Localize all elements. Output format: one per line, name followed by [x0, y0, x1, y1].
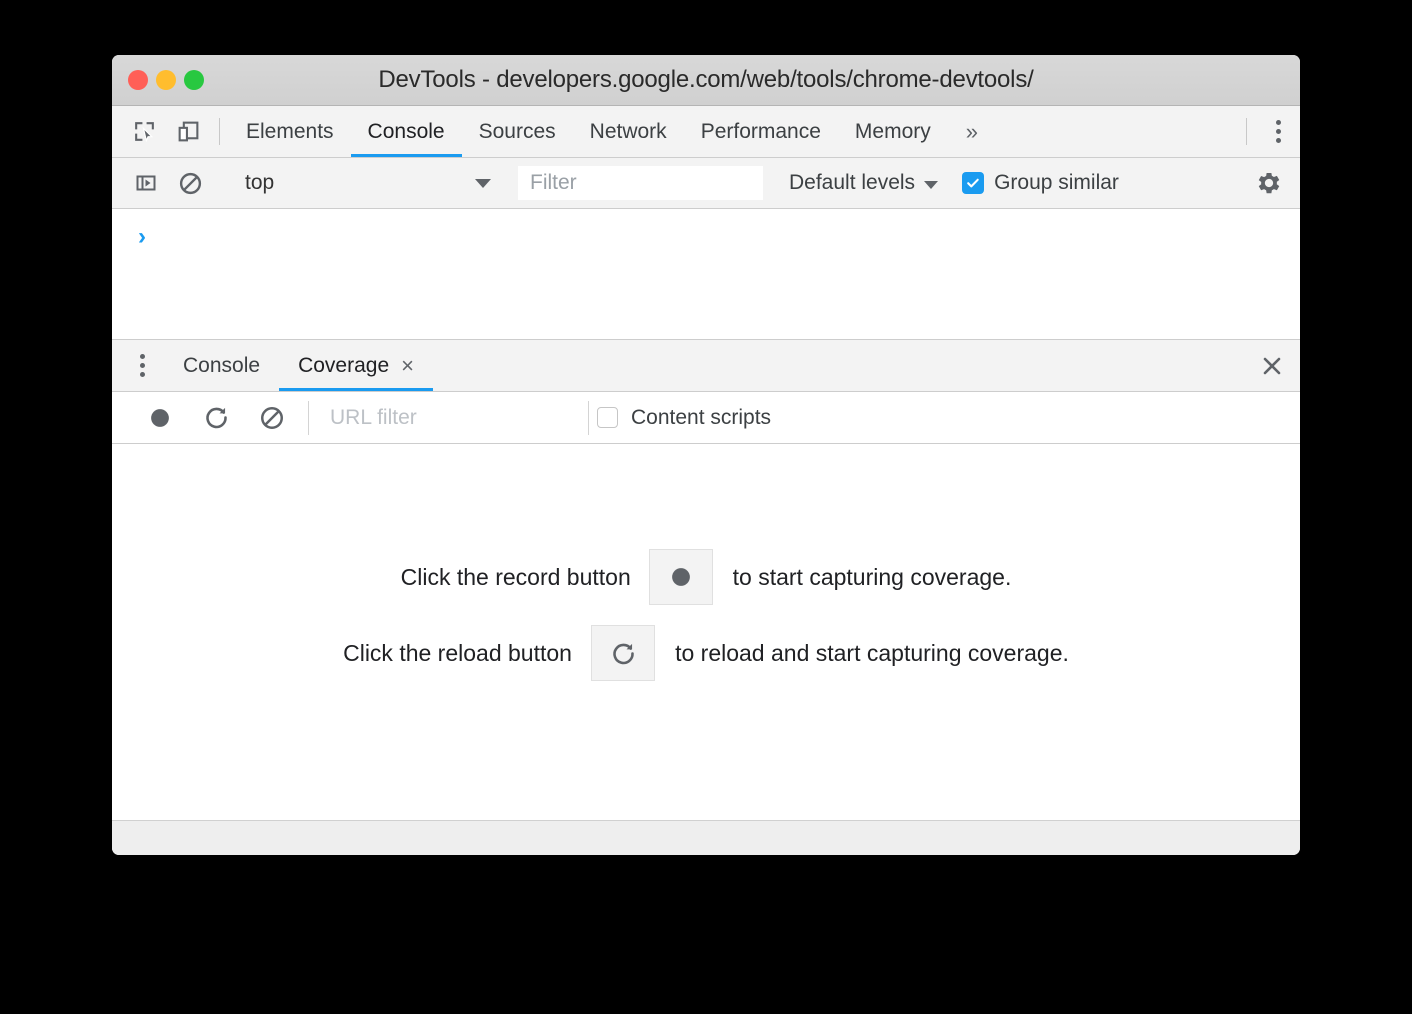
reload-hint-row: Click the reload button to reload and st…	[343, 625, 1069, 681]
reload-hint-prefix: Click the reload button	[343, 639, 572, 666]
tab-console[interactable]: Console	[350, 106, 462, 157]
chevron-down-icon	[924, 181, 939, 189]
log-levels-label: Default levels	[789, 171, 916, 194]
drawer-tab-bar: Console Coverage ×	[112, 340, 1300, 392]
console-filter-input[interactable]: Filter	[518, 166, 763, 200]
tab-elements[interactable]: Elements	[229, 106, 351, 157]
checkbox-checked-icon	[962, 172, 985, 194]
console-toolbar: top Filter Default levels Group similar	[112, 158, 1300, 209]
minimize-window-button[interactable]	[156, 70, 176, 90]
drawer-tab-label: Console	[183, 353, 261, 377]
reload-icon[interactable]	[591, 625, 656, 681]
reload-hint-suffix: to reload and start capturing coverage.	[675, 639, 1069, 666]
traffic-lights	[128, 55, 204, 105]
console-sidebar-icon[interactable]	[124, 171, 168, 195]
gear-icon[interactable]	[1254, 168, 1284, 198]
execution-context-selector[interactable]: top	[231, 158, 499, 208]
console-output-area[interactable]: ›	[112, 209, 1300, 340]
inspect-element-icon[interactable]	[122, 106, 166, 157]
clear-console-icon[interactable]	[168, 171, 212, 196]
close-icon[interactable]: ×	[401, 354, 414, 377]
console-prompt-icon: ›	[138, 223, 146, 250]
url-filter-input[interactable]: URL filter	[317, 406, 580, 430]
group-similar-label: Group similar	[994, 171, 1119, 194]
group-similar-checkbox[interactable]: Group similar	[962, 171, 1119, 195]
more-tabs-label: »	[965, 118, 978, 144]
drawer-tab-label: Coverage	[298, 353, 390, 377]
tab-memory[interactable]: Memory	[838, 106, 948, 157]
tab-label: Elements	[246, 119, 334, 143]
zoom-window-button[interactable]	[184, 70, 204, 90]
checkbox-unchecked-icon	[597, 407, 618, 428]
tab-label: Performance	[700, 119, 821, 143]
record-hint-row: Click the record button to start capturi…	[400, 549, 1012, 605]
content-scripts-checkbox[interactable]: Content scripts	[597, 406, 771, 430]
main-toolbar: Elements Console Sources Network Perform…	[112, 106, 1300, 158]
record-icon[interactable]	[132, 392, 188, 443]
toolbar-divider	[219, 118, 220, 145]
record-icon[interactable]	[648, 549, 713, 605]
log-levels-selector[interactable]: Default levels	[789, 171, 939, 195]
tab-label: Network	[589, 119, 667, 143]
tab-label: Console	[367, 119, 445, 143]
clear-icon[interactable]	[244, 392, 300, 443]
close-drawer-button[interactable]	[1244, 340, 1300, 391]
status-bar	[112, 820, 1300, 855]
kebab-menu-icon[interactable]	[1256, 106, 1300, 157]
more-tabs-chevron-icon[interactable]: »	[948, 106, 996, 157]
close-window-button[interactable]	[128, 70, 148, 90]
window-title: DevTools - developers.google.com/web/too…	[378, 66, 1034, 93]
record-hint-prefix: Click the record button	[400, 563, 631, 590]
tab-performance[interactable]: Performance	[684, 106, 838, 157]
chevron-down-icon	[475, 178, 491, 188]
coverage-empty-state: Click the record button to start capturi…	[112, 444, 1300, 786]
reload-icon[interactable]	[188, 392, 244, 443]
content-scripts-label: Content scripts	[631, 405, 772, 429]
tab-label: Sources	[478, 119, 556, 143]
execution-context-value: top	[245, 171, 275, 194]
record-hint-suffix: to start capturing coverage.	[732, 563, 1012, 590]
coverage-toolbar: URL filter Content scripts	[112, 392, 1300, 444]
coverage-toolbar-divider-2	[588, 400, 589, 435]
drawer-tab-console[interactable]: Console	[164, 340, 279, 391]
tab-label: Memory	[854, 119, 931, 143]
devtools-window: DevTools - developers.google.com/web/too…	[112, 55, 1300, 855]
drawer-kebab-icon[interactable]	[120, 340, 164, 391]
tab-sources[interactable]: Sources	[462, 106, 573, 157]
drawer-tab-coverage[interactable]: Coverage ×	[279, 340, 433, 391]
tab-network[interactable]: Network	[573, 106, 684, 157]
title-bar: DevTools - developers.google.com/web/too…	[112, 55, 1300, 106]
toolbar-divider-right	[1246, 118, 1247, 145]
coverage-toolbar-divider-1	[308, 400, 309, 435]
device-toolbar-icon[interactable]	[166, 106, 210, 157]
